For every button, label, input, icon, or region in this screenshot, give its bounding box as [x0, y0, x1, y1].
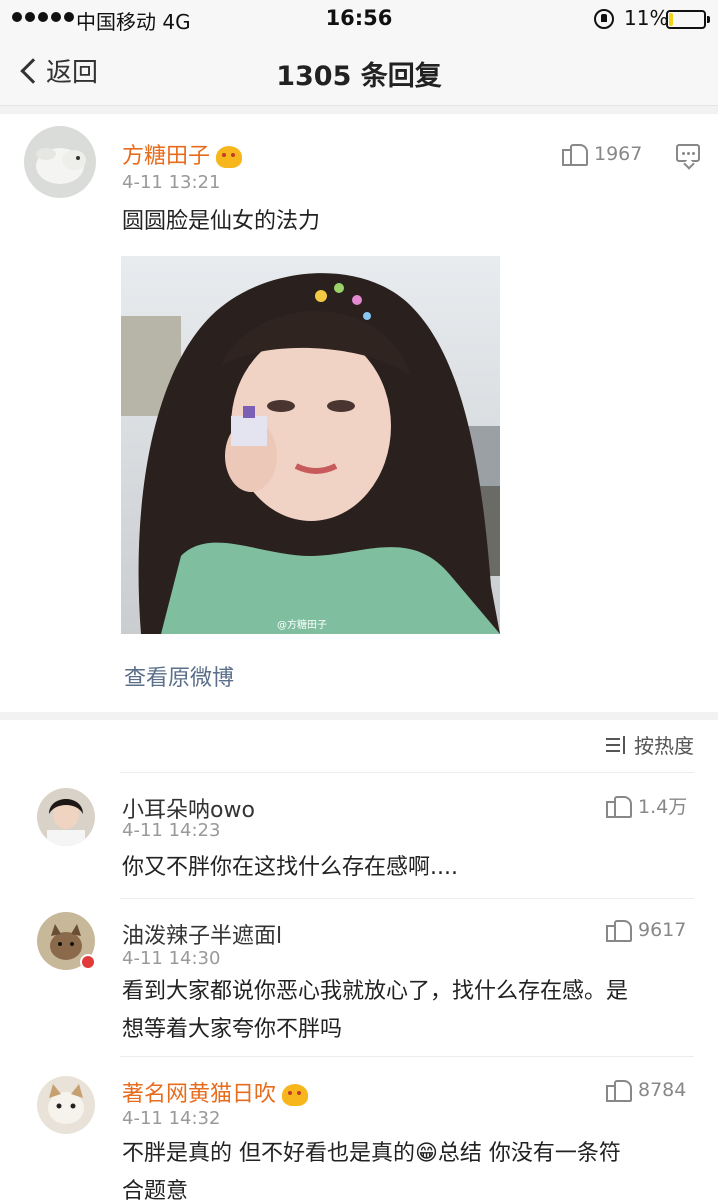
- comment-item: 小耳朵呐owo 4-11 14:23 1.4万 你又不胖你在这找什么存在感啊..…: [0, 780, 718, 900]
- comment-like-count: 8784: [638, 1079, 687, 1101]
- comment-like-button[interactable]: 8784: [606, 1078, 686, 1102]
- comment-text: 你又不胖你在这找什么存在感啊....: [122, 855, 458, 880]
- author-name-text: 著名网黄猫日吹: [122, 1082, 277, 1107]
- vip-crown-icon: [282, 1084, 309, 1106]
- post-photo[interactable]: @方糖田子: [121, 256, 500, 634]
- comment-like-count: 1.4万: [638, 796, 688, 818]
- post-text: 圆圆脸是仙女的法力: [122, 209, 321, 234]
- post-like-button[interactable]: 1967: [562, 142, 642, 166]
- vip-crown-icon: [216, 146, 243, 168]
- comment-time: 4-11 14:32: [122, 1108, 221, 1129]
- post-time: 4-11 13:21: [122, 172, 221, 193]
- divider: [120, 1056, 694, 1057]
- comment-text-line1: 不胖是真的 但不好看也是真的😁总结 你没有一条符: [122, 1141, 621, 1166]
- thumbs-up-icon: [606, 794, 632, 818]
- post-author-name[interactable]: 方糖田子: [122, 138, 243, 170]
- view-original-link[interactable]: 查看原微博: [124, 660, 234, 692]
- post-author-avatar[interactable]: [24, 126, 96, 198]
- post-like-count: 1967: [594, 143, 643, 165]
- author-name-text: 方糖田子: [122, 144, 211, 169]
- badge-icon: [80, 954, 96, 970]
- navigation-bar: 返回 1305 条回复: [0, 40, 718, 106]
- commenter-avatar[interactable]: [37, 788, 95, 846]
- rotation-lock-icon: [594, 9, 614, 29]
- comment-like-button[interactable]: 9617: [606, 918, 686, 942]
- comment-text-line2: 合题意: [122, 1179, 189, 1202]
- commenter-name[interactable]: 著名网黄猫日吹: [122, 1076, 309, 1108]
- battery-icon: [666, 10, 710, 29]
- thumbs-up-icon: [606, 918, 632, 942]
- comment-time: 4-11 14:23: [122, 820, 221, 841]
- commenter-name[interactable]: 油泼辣子半遮面l: [122, 918, 282, 950]
- comment-item: 著名网黄猫日吹 4-11 14:32 8784 不胖是真的 但不好看也是真的😁总…: [0, 1070, 718, 1202]
- battery-percent: 11%: [624, 6, 669, 30]
- divider: [120, 898, 694, 899]
- comment-item: 油泼辣子半遮面l 4-11 14:30 9617 看到大家都说你恶心我就放心了，…: [0, 906, 718, 1057]
- thumbs-up-icon: [606, 1078, 632, 1102]
- original-post: 方糖田子 4-11 13:21 1967 圆圆脸是仙女的法力 @方糖田子 查看原…: [0, 114, 718, 712]
- sort-button[interactable]: 按热度: [606, 730, 694, 759]
- comment-text-line1: 看到大家都说你恶心我就放心了，找什么存在感。是: [122, 979, 629, 1004]
- photo-watermark: @方糖田子: [277, 620, 327, 631]
- comment-like-count: 9617: [638, 919, 687, 941]
- comments-section: 按热度 小耳朵呐owo 4-11 14:23 1.4万 你又不胖你在这找什么存在…: [0, 720, 718, 1202]
- comment-time: 4-11 14:30: [122, 948, 221, 969]
- page-title: 1305 条回复: [276, 61, 442, 92]
- thumbs-up-icon: [562, 142, 588, 166]
- comment-text-line2: 想等着大家夸你不胖吗: [122, 1017, 343, 1042]
- comment-icon[interactable]: [676, 144, 700, 162]
- divider: [120, 772, 694, 773]
- commenter-avatar[interactable]: [37, 1076, 95, 1134]
- status-bar: 中国移动 4G 16:56 11%: [0, 0, 718, 40]
- comment-like-button[interactable]: 1.4万: [606, 792, 687, 819]
- sort-icon: [606, 735, 628, 754]
- sort-label: 按热度: [634, 734, 694, 758]
- battery-level: [669, 13, 673, 26]
